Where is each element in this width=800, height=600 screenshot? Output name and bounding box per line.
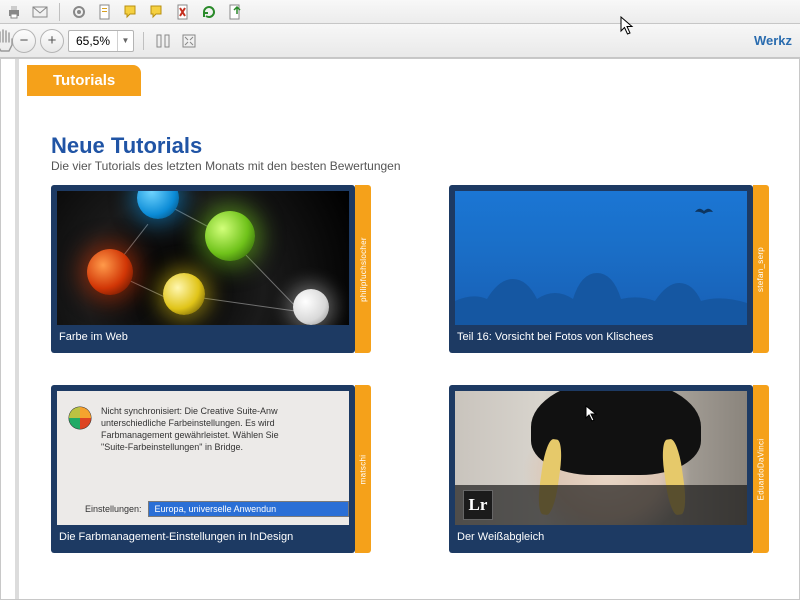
zoom-out-button[interactable]: − [12, 29, 36, 53]
section-title: Neue Tutorials [51, 133, 202, 159]
settings-select: Europa, universelle Anwendun [148, 501, 349, 517]
page: Tutorials Neue Tutorials Die vier Tutori… [19, 59, 799, 599]
tutorials-tab: Tutorials [27, 65, 141, 96]
card-thumbnail [57, 191, 349, 325]
fit-width-icon[interactable] [153, 31, 173, 51]
dialog-text: Nicht synchronisiert: Die Creative Suite… [101, 405, 279, 454]
tutorial-card[interactable]: Teil 16: Vorsicht bei Fotos von Klischee… [449, 185, 769, 353]
tutorial-card[interactable]: Farbe im Web philipfuchslocher [51, 185, 371, 353]
section-subtitle: Die vier Tutorials des letzten Monats mi… [51, 159, 401, 173]
print-icon[interactable] [4, 2, 24, 22]
comment-edit-icon[interactable] [121, 2, 141, 22]
delete-icon[interactable] [173, 2, 193, 22]
tools-link[interactable]: Werkz [754, 33, 794, 48]
card-frame: Farbe im Web [51, 185, 355, 353]
zoom-in-button[interactable]: + [40, 29, 64, 53]
card-frame: Teil 16: Vorsicht bei Fotos von Klischee… [449, 185, 753, 353]
lightroom-badge: Lr [463, 490, 493, 520]
refresh-icon[interactable] [199, 2, 219, 22]
card-thumbnail: Lr [455, 391, 747, 525]
card-title: Der Weißabgleich [455, 525, 747, 543]
chevron-down-icon[interactable]: ▼ [117, 31, 133, 51]
zoom-field[interactable]: ▼ [68, 30, 134, 52]
card-thumbnail: Nicht synchronisiert: Die Creative Suite… [57, 391, 349, 525]
card-title: Teil 16: Vorsicht bei Fotos von Klischee… [455, 325, 747, 343]
card-author-tab: philipfuchslocher [355, 185, 371, 353]
tutorial-card[interactable]: Nicht synchronisiert: Die Creative Suite… [51, 385, 371, 553]
sync-warning-icon [67, 405, 93, 431]
zoom-input[interactable] [69, 34, 117, 48]
hand-tool-icon[interactable] [0, 28, 14, 54]
cards-grid: Farbe im Web philipfuchslocher Teil 16: … [51, 185, 779, 553]
card-author-tab: stefan_serp [753, 185, 769, 353]
card-frame: Lr Der Weißabgleich [449, 385, 753, 553]
card-title: Die Farbmanagement-Einstellungen in InDe… [57, 525, 349, 543]
card-author-tab: EduardoDaVinci [753, 385, 769, 553]
mail-icon[interactable] [30, 2, 50, 22]
card-author-tab: matschi [355, 385, 371, 553]
cursor-icon [585, 405, 599, 423]
card-thumbnail [455, 191, 747, 325]
gear-icon[interactable] [69, 2, 89, 22]
tutorial-card[interactable]: Lr Der Weißabgleich EduardoDaVinci [449, 385, 769, 553]
settings-label: Einstellungen: [85, 504, 142, 514]
divider [59, 3, 60, 21]
toolbar-zoom: − + ▼ Werkz [0, 24, 800, 58]
export-icon[interactable] [225, 2, 245, 22]
toolbar-top [0, 0, 800, 24]
document-viewport[interactable]: Tutorials Neue Tutorials Die vier Tutori… [0, 58, 800, 600]
page-icon[interactable] [95, 2, 115, 22]
fit-page-icon[interactable] [179, 31, 199, 51]
comment-icon[interactable] [147, 2, 167, 22]
divider [143, 32, 144, 50]
card-title: Farbe im Web [57, 325, 349, 343]
card-frame: Nicht synchronisiert: Die Creative Suite… [51, 385, 355, 553]
bird-icon [693, 205, 715, 219]
